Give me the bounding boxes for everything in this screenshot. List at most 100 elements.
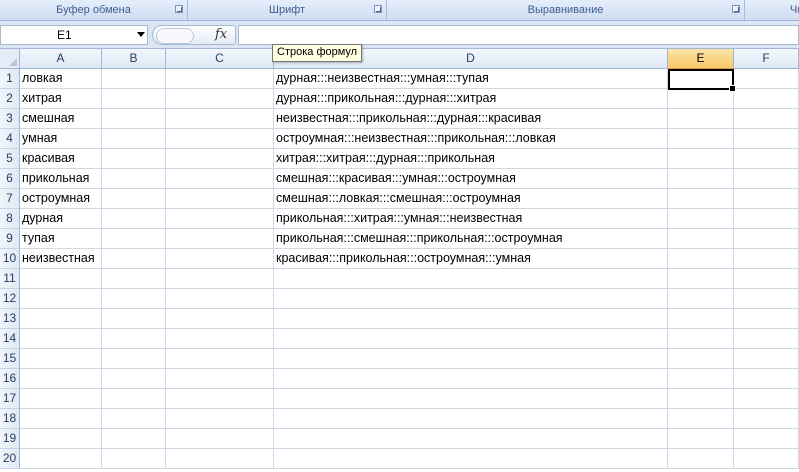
cell-f10[interactable] <box>734 249 799 269</box>
cell-d12[interactable] <box>274 289 668 309</box>
cell-e16[interactable] <box>668 369 734 389</box>
cell-b18[interactable] <box>102 409 166 429</box>
cell-b7[interactable] <box>102 189 166 209</box>
row-header-13[interactable]: 13 <box>0 309 20 329</box>
cell-e17[interactable] <box>668 389 734 409</box>
cell-f14[interactable] <box>734 329 799 349</box>
cell-d20[interactable] <box>274 449 668 469</box>
cell-b2[interactable] <box>102 89 166 109</box>
cell-a15[interactable] <box>20 349 102 369</box>
cell-f7[interactable] <box>734 189 799 209</box>
active-cell-e1[interactable] <box>668 69 736 92</box>
cell-a8[interactable]: дурная <box>20 209 102 229</box>
row-header-18[interactable]: 18 <box>0 409 20 429</box>
cell-e4[interactable] <box>668 129 734 149</box>
cell-c3[interactable] <box>166 109 274 129</box>
cell-f5[interactable] <box>734 149 799 169</box>
cell-a10[interactable]: неизвестная <box>20 249 102 269</box>
select-all-corner[interactable] <box>0 49 20 69</box>
cell-c10[interactable] <box>166 249 274 269</box>
cell-b20[interactable] <box>102 449 166 469</box>
cell-f16[interactable] <box>734 369 799 389</box>
cell-f3[interactable] <box>734 109 799 129</box>
cell-a13[interactable] <box>20 309 102 329</box>
cell-b16[interactable] <box>102 369 166 389</box>
cell-f17[interactable] <box>734 389 799 409</box>
cell-b12[interactable] <box>102 289 166 309</box>
cell-f20[interactable] <box>734 449 799 469</box>
cell-b10[interactable] <box>102 249 166 269</box>
column-header-a[interactable]: A <box>20 49 102 69</box>
cell-e6[interactable] <box>668 169 734 189</box>
cell-d6[interactable]: смешная:::красивая:::умная:::остроумная <box>274 169 668 189</box>
row-header-12[interactable]: 12 <box>0 289 20 309</box>
cell-f9[interactable] <box>734 229 799 249</box>
cell-d14[interactable] <box>274 329 668 349</box>
cell-d11[interactable] <box>274 269 668 289</box>
row-header-4[interactable]: 4 <box>0 129 20 149</box>
fill-handle[interactable] <box>729 85 736 92</box>
row-header-6[interactable]: 6 <box>0 169 20 189</box>
cell-c7[interactable] <box>166 189 274 209</box>
cell-b14[interactable] <box>102 329 166 349</box>
row-header-17[interactable]: 17 <box>0 389 20 409</box>
cell-a12[interactable] <box>20 289 102 309</box>
row-header-2[interactable]: 2 <box>0 89 20 109</box>
cell-f11[interactable] <box>734 269 799 289</box>
row-header-5[interactable]: 5 <box>0 149 20 169</box>
cell-d18[interactable] <box>274 409 668 429</box>
row-header-14[interactable]: 14 <box>0 329 20 349</box>
row-header-10[interactable]: 10 <box>0 249 20 269</box>
cell-c17[interactable] <box>166 389 274 409</box>
cell-d10[interactable]: красивая:::прикольная:::остроумная:::умн… <box>274 249 668 269</box>
cell-a16[interactable] <box>20 369 102 389</box>
cell-a6[interactable]: прикольная <box>20 169 102 189</box>
cell-a18[interactable] <box>20 409 102 429</box>
cell-c19[interactable] <box>166 429 274 449</box>
cell-a9[interactable]: тупая <box>20 229 102 249</box>
cell-f1[interactable] <box>734 69 799 89</box>
cell-d19[interactable] <box>274 429 668 449</box>
cell-f12[interactable] <box>734 289 799 309</box>
name-box[interactable]: E1 <box>0 25 148 45</box>
cell-d17[interactable] <box>274 389 668 409</box>
column-header-b[interactable]: B <box>102 49 166 69</box>
cell-a2[interactable]: хитрая <box>20 89 102 109</box>
cell-c13[interactable] <box>166 309 274 329</box>
cell-d9[interactable]: прикольная:::смешная:::прикольная:::остр… <box>274 229 668 249</box>
cell-c14[interactable] <box>166 329 274 349</box>
cell-e5[interactable] <box>668 149 734 169</box>
cell-b11[interactable] <box>102 269 166 289</box>
cell-f4[interactable] <box>734 129 799 149</box>
cell-a19[interactable] <box>20 429 102 449</box>
formula-input[interactable] <box>238 25 799 45</box>
cell-c12[interactable] <box>166 289 274 309</box>
cell-e9[interactable] <box>668 229 734 249</box>
cell-c16[interactable] <box>166 369 274 389</box>
cell-b1[interactable] <box>102 69 166 89</box>
cell-d16[interactable] <box>274 369 668 389</box>
cell-e14[interactable] <box>668 329 734 349</box>
cell-b15[interactable] <box>102 349 166 369</box>
column-header-c[interactable]: C <box>166 49 274 69</box>
row-header-1[interactable]: 1 <box>0 69 20 89</box>
cell-c8[interactable] <box>166 209 274 229</box>
cell-d1[interactable]: дурная:::неизвестная:::умная:::тупая <box>274 69 668 89</box>
cell-c6[interactable] <box>166 169 274 189</box>
row-header-8[interactable]: 8 <box>0 209 20 229</box>
name-box-dropdown-icon[interactable] <box>137 32 145 37</box>
cell-e20[interactable] <box>668 449 734 469</box>
cell-e18[interactable] <box>668 409 734 429</box>
cell-a7[interactable]: остроумная <box>20 189 102 209</box>
row-header-19[interactable]: 19 <box>0 429 20 449</box>
cell-b9[interactable] <box>102 229 166 249</box>
cell-e11[interactable] <box>668 269 734 289</box>
cell-d2[interactable]: дурная:::прикольная:::дурная:::хитрая <box>274 89 668 109</box>
cell-d7[interactable]: смешная:::ловкая:::смешная:::остроумная <box>274 189 668 209</box>
cell-a20[interactable] <box>20 449 102 469</box>
cell-a1[interactable]: ловкая <box>20 69 102 89</box>
cell-c11[interactable] <box>166 269 274 289</box>
cell-e2[interactable] <box>668 89 734 109</box>
cell-e13[interactable] <box>668 309 734 329</box>
cell-f8[interactable] <box>734 209 799 229</box>
